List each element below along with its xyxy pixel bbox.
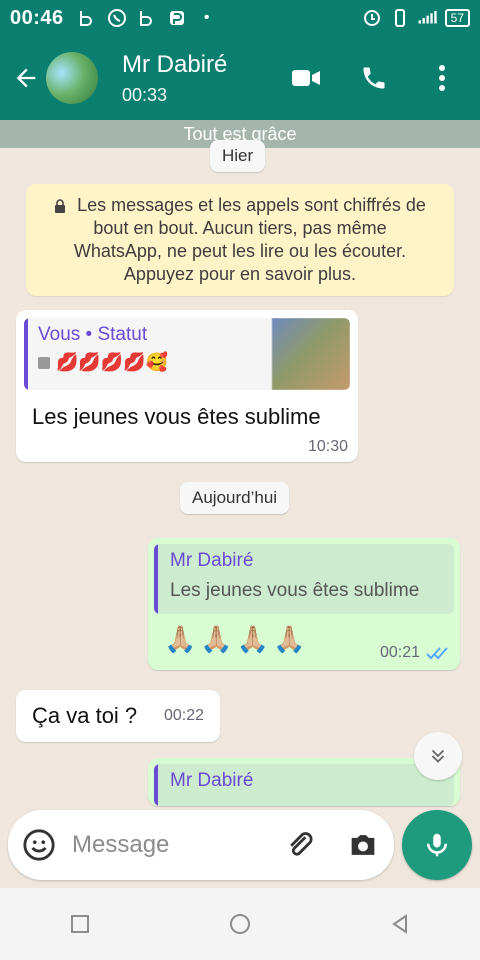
back-arrow-icon[interactable] [12,64,40,92]
parking-icon [166,7,188,29]
scroll-to-bottom-button[interactable] [414,732,462,780]
encryption-text: Les messages et les appels sont chiffrés… [73,195,426,284]
message-text: Ça va toi ? [32,703,138,728]
reply-body: Vous • Statut 💋💋💋💋🥰 [28,318,272,390]
message-time: 10:30 [307,438,348,455]
alarm-icon [361,7,383,29]
back-icon[interactable] [380,904,420,944]
chat-area[interactable]: Hier Les messages et les appels sont chi… [0,140,480,888]
date-chip-today: Aujourd’hui [180,482,290,514]
reply-body: Mr Dabiré Les jeunes vous êtes sublime [158,544,454,614]
microphone-icon [427,833,447,857]
camera-icon[interactable] [346,828,380,862]
contact-name[interactable]: Mr Dabiré [122,51,290,79]
reply-title: Mr Dabiré [170,770,254,791]
reply-title: Vous • Statut [38,324,148,345]
reply-text: Les jeunes vous êtes sublime [170,580,420,601]
encryption-notice[interactable]: Les messages et les appels sont chiffrés… [26,184,454,296]
dot-icon: • [203,9,210,26]
home-icon[interactable] [220,904,260,944]
message-input[interactable]: Message [72,831,282,859]
image-icon [38,356,50,369]
reply-preview[interactable]: Mr Dabiré Les jeunes vous êtes sublime [154,544,454,614]
status-left-icons: • [76,7,218,29]
vibrate-icon [389,7,411,29]
signal-icon [417,7,439,29]
more-options-icon[interactable] [426,62,458,94]
message-bubble-outgoing[interactable]: Mr Dabiré Les jeunes vous êtes sublime 🙏… [148,538,460,670]
reply-subtitle: 💋💋💋💋🥰 [38,352,262,373]
whatsapp-icon [106,7,128,29]
status-time: 00:46 [10,6,64,29]
read-receipt-icon [426,645,450,661]
message-composer: Message [8,810,394,880]
chat-app-bar: Mr Dabiré 00:33 [0,36,480,120]
attach-icon[interactable] [282,828,316,862]
message-time: 00:21 [379,644,420,661]
system-nav-bar [0,888,480,960]
date-chip-yesterday: Hier [210,140,266,172]
app-b-icon [76,7,98,29]
avatar[interactable] [46,52,98,104]
message-bubble-outgoing[interactable]: Mr Dabiré [148,758,460,806]
video-call-icon[interactable] [290,62,322,94]
message-meta: 00:21 [380,644,450,662]
reply-body: Mr Dabiré [158,764,454,806]
double-chevron-down-icon [431,749,445,763]
appbar-actions [290,62,458,94]
app-b2-icon [136,7,158,29]
voice-message-button[interactable] [402,810,472,880]
emoji-icon[interactable] [22,828,56,862]
message-bubble-incoming[interactable]: Vous • Statut 💋💋💋💋🥰 Les jeunes vous êtes… [16,310,358,462]
reply-preview[interactable]: Mr Dabiré [154,764,454,806]
status-right-icons: 57 [361,7,470,29]
lock-icon [54,196,66,213]
battery-level: 57 [444,9,470,27]
voice-call-icon[interactable] [358,62,390,94]
chat-title[interactable]: Mr Dabiré 00:33 [122,51,290,106]
reply-preview[interactable]: Vous • Statut 💋💋💋💋🥰 [24,318,350,390]
status-thumbnail [272,318,350,390]
reply-emojis: 💋💋💋💋🥰 [56,352,169,372]
message-bubble-incoming[interactable]: Ça va toi ? 00:22 [16,690,220,742]
last-seen: 00:33 [122,84,168,105]
recent-apps-icon[interactable] [60,904,100,944]
message-text: Les jeunes vous êtes sublime [32,404,321,429]
reply-title: Mr Dabiré [170,550,254,571]
status-bar: 00:46 • 57 [0,0,480,36]
message-time: 00:22 [163,707,204,724]
